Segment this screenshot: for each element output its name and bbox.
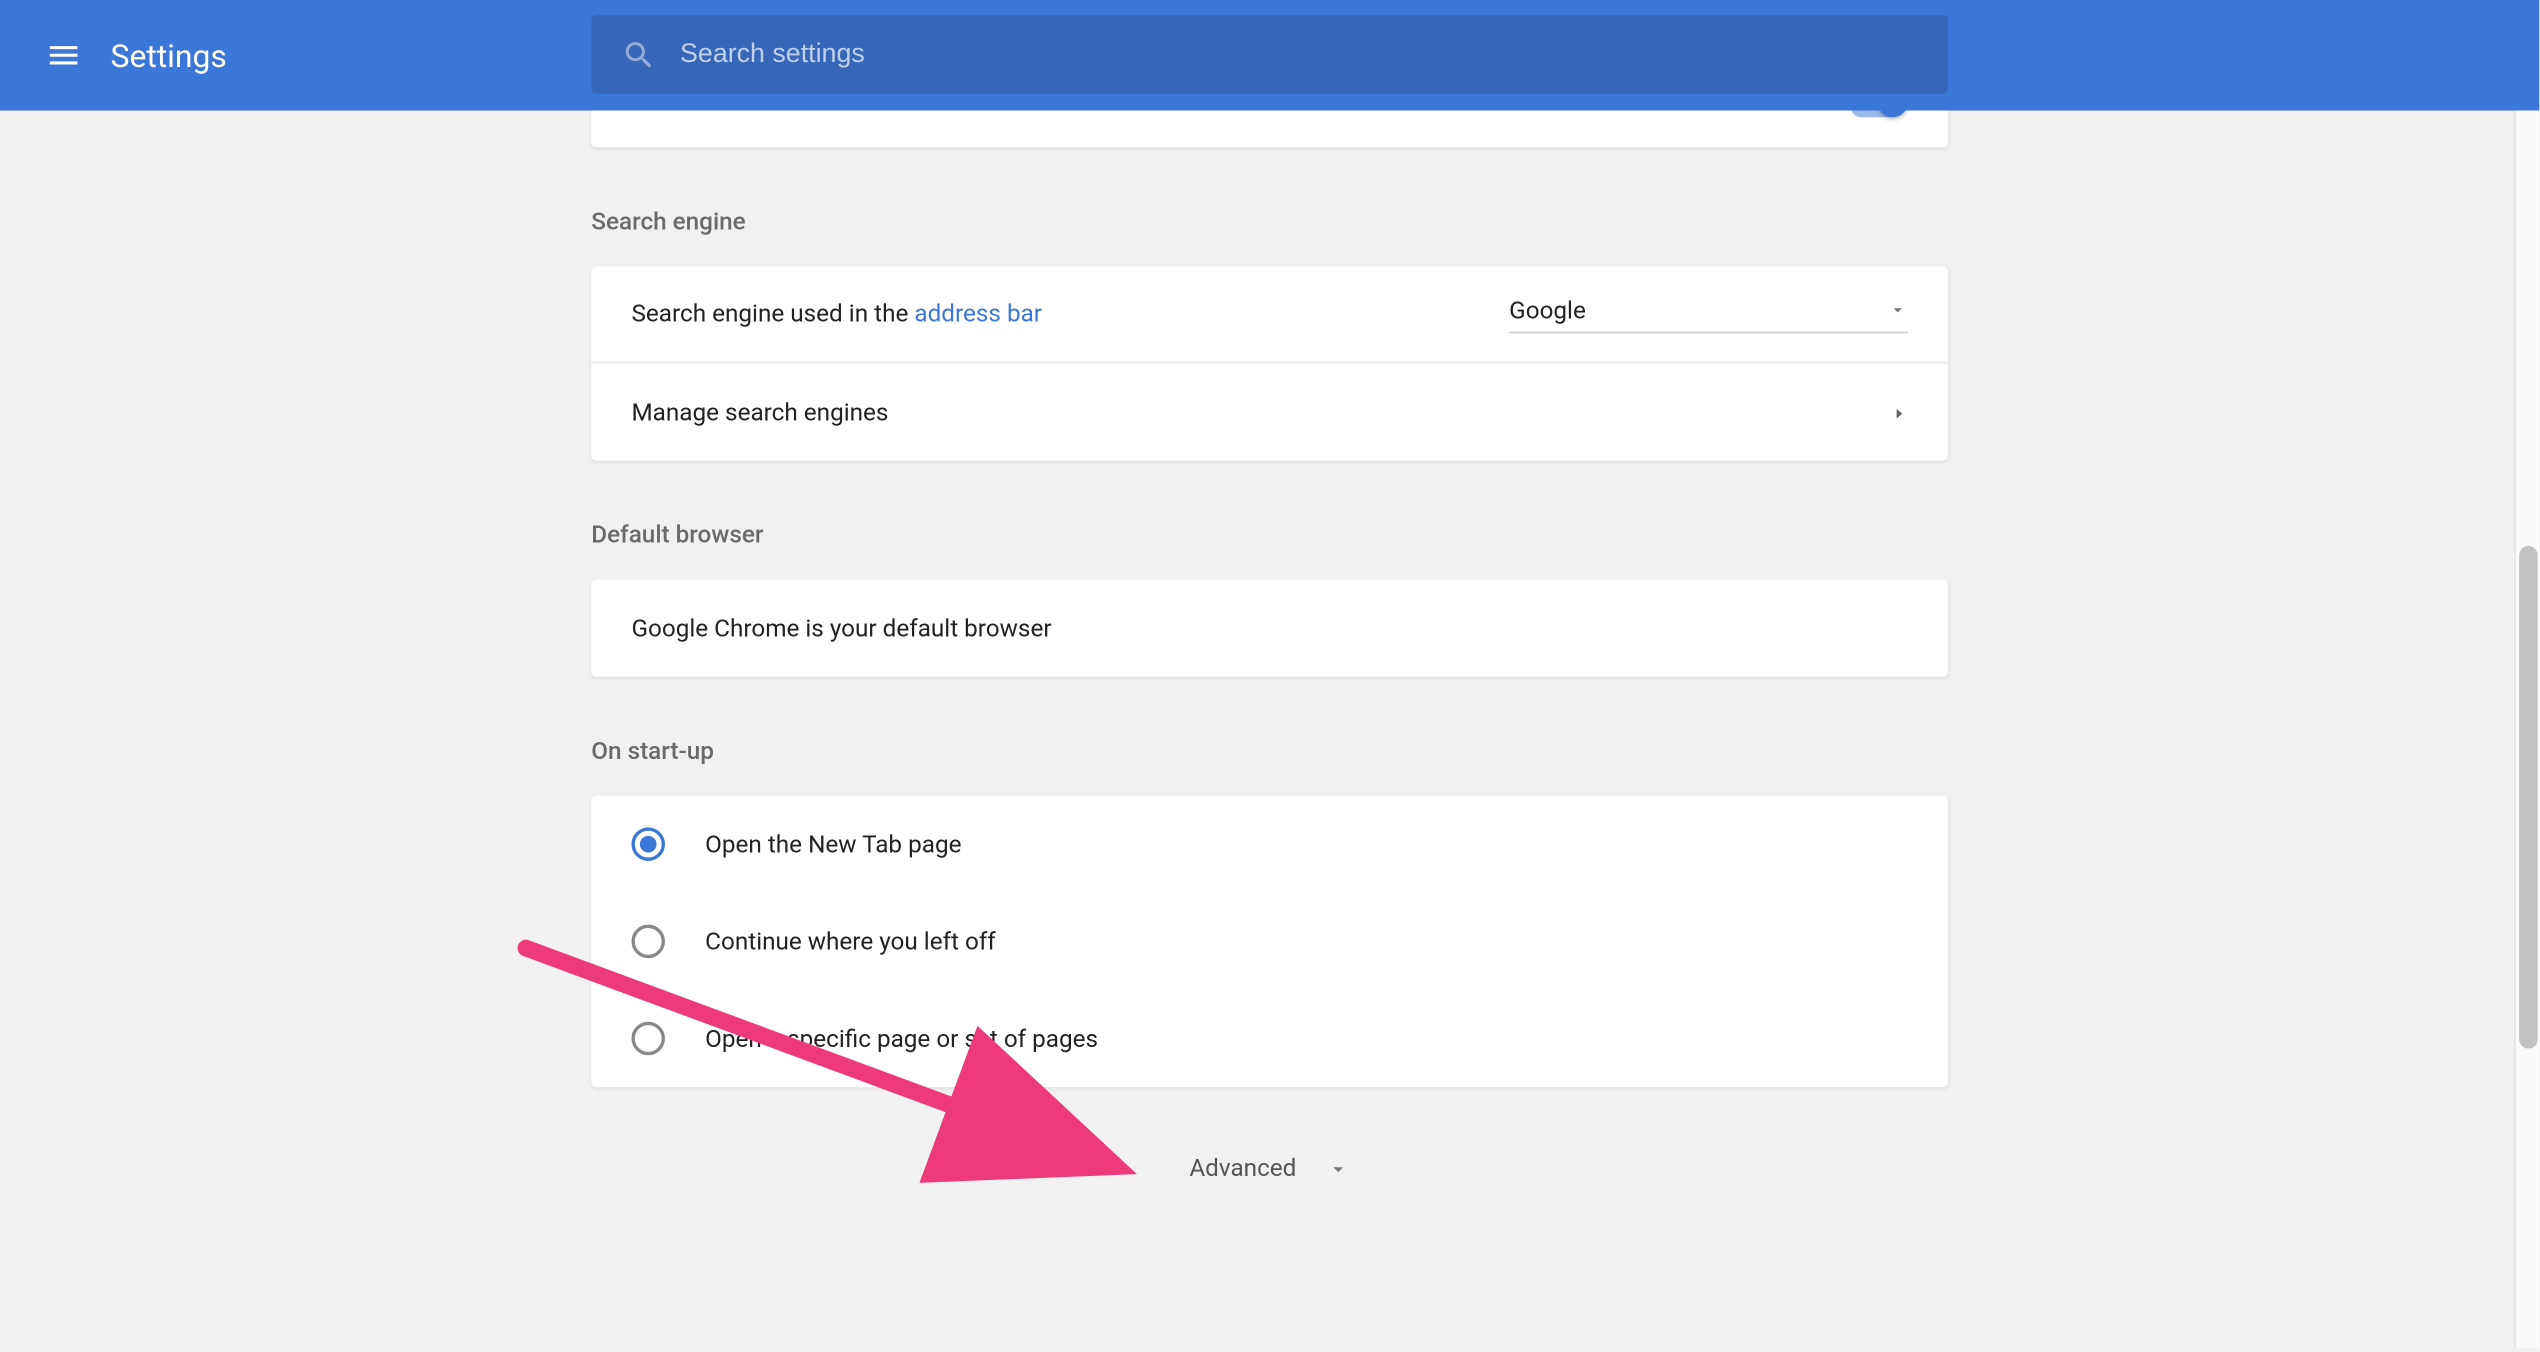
default-browser-row: Google Chrome is your default browser <box>591 580 1948 677</box>
scrollbar-thumb[interactable] <box>2519 546 2537 1048</box>
search-engine-card: Search engine used in the address bar Go… <box>591 266 1948 460</box>
startup-option-new-tab[interactable]: Open the New Tab page <box>591 796 1948 893</box>
search-engine-dropdown[interactable]: Google <box>1509 296 1908 333</box>
address-bar-link[interactable]: address bar <box>914 300 1042 328</box>
radio-label: Continue where you left off <box>705 927 996 955</box>
startup-option-specific-page[interactable]: Open a specific page or set of pages <box>591 990 1948 1087</box>
default-browser-message: Google Chrome is your default browser <box>631 614 1051 642</box>
page-title: Settings <box>111 36 227 75</box>
search-settings-input[interactable] <box>680 39 1918 69</box>
settings-content: Search engine Search engine used in the … <box>591 111 1948 1250</box>
advanced-label: Advanced <box>1189 1154 1296 1182</box>
radio-label: Open the New Tab page <box>705 830 961 858</box>
radio-button[interactable] <box>631 925 665 959</box>
manage-search-engines-row[interactable]: Manage search engines <box>591 363 1948 460</box>
previous-section-card-peek <box>591 111 1948 148</box>
search-icon <box>621 36 656 73</box>
advanced-toggle[interactable]: Advanced <box>591 1121 1948 1250</box>
hamburger-icon <box>45 37 82 74</box>
search-settings-container[interactable] <box>591 15 1948 94</box>
section-heading-search-engine: Search engine <box>591 208 1948 236</box>
startup-option-continue[interactable]: Continue where you left off <box>591 893 1948 990</box>
scrollbar-track[interactable] <box>2514 111 2539 1349</box>
search-engine-label: Search engine used in the address bar <box>631 300 1042 328</box>
dropdown-selected-value: Google <box>1509 296 1586 324</box>
chevron-down-icon <box>1327 1157 1350 1180</box>
on-startup-card: Open the New Tab page Continue where you… <box>591 796 1948 1087</box>
section-heading-on-startup: On start-up <box>591 737 1948 765</box>
default-browser-card: Google Chrome is your default browser <box>591 580 1948 677</box>
search-engine-prefix: Search engine used in the <box>631 300 914 328</box>
chevron-right-icon <box>1891 396 1908 428</box>
header-bar: Settings <box>0 0 2539 111</box>
dropdown-arrow-icon <box>1888 300 1908 320</box>
radio-label: Open a specific page or set of pages <box>705 1024 1098 1052</box>
manage-search-engines-label: Manage search engines <box>631 398 888 426</box>
radio-button[interactable] <box>631 1022 665 1056</box>
search-engine-row: Search engine used in the address bar Go… <box>591 266 1948 363</box>
section-heading-default-browser: Default browser <box>591 521 1948 549</box>
menu-button[interactable] <box>30 22 97 89</box>
radio-button[interactable] <box>631 827 665 861</box>
